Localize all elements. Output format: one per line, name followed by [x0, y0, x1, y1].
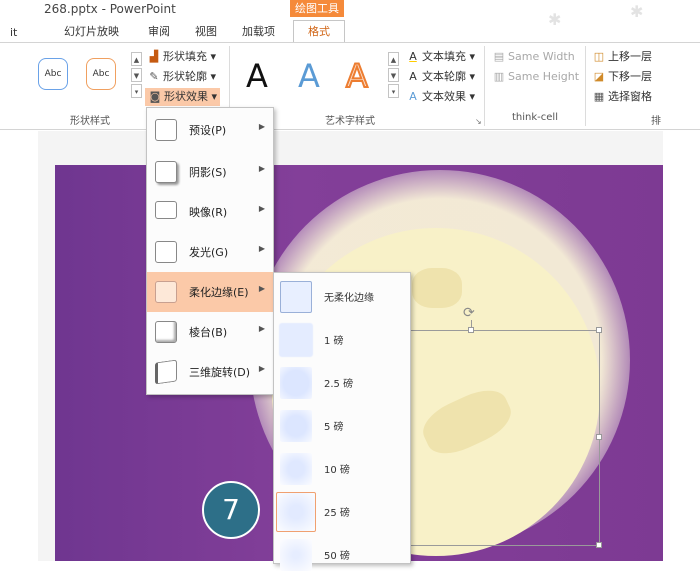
decorative-star-icon: ✱ [548, 10, 562, 29]
submenu-arrow-icon: ▶ [258, 324, 265, 333]
soft-edge-preview-icon [280, 367, 312, 399]
resize-handle[interactable] [468, 327, 474, 333]
tab-review[interactable]: 审阅 [148, 22, 170, 42]
soft-edge-preview-icon [280, 453, 312, 485]
tab-view[interactable]: 视图 [195, 22, 217, 42]
menu-item-soft-edges[interactable]: 柔化边缘(E) ▶ [147, 272, 273, 312]
art-gallery-more-icon[interactable]: ▾ [388, 84, 399, 98]
think-cell-group-label: think-cell [512, 112, 558, 123]
window-title: 268.pptx - PowerPoint [44, 2, 176, 16]
shape-style-swatch-1[interactable]: Abc [38, 58, 68, 90]
bring-forward-button[interactable]: ◫ 上移一层 [592, 48, 652, 66]
gallery-up-icon[interactable]: ▲ [131, 52, 142, 66]
art-gallery-up-icon[interactable]: ▲ [388, 52, 399, 66]
resize-handle[interactable] [596, 434, 602, 440]
soft-edge-preview-icon [280, 410, 312, 442]
ribbon-divider [585, 46, 586, 126]
text-outline-icon: A [409, 70, 417, 83]
menu-item-glow[interactable]: 发光(G) ▶ [147, 232, 273, 272]
bring-forward-icon: ◫ [593, 50, 605, 63]
submenu-arrow-icon: ▶ [258, 164, 265, 173]
rotate-handle-icon[interactable]: ⟳ [463, 305, 475, 321]
shadow-box-icon [155, 161, 177, 183]
preset-box-icon [155, 119, 177, 141]
gallery-down-icon[interactable]: ▼ [131, 68, 142, 82]
send-backward-button[interactable]: ◪ 下移一层 [592, 68, 652, 86]
selection-border [410, 545, 600, 546]
shape-fill-button[interactable]: ▟ 形状填充 ▾ [147, 48, 216, 66]
same-width-button[interactable]: ▤ Same Width [492, 48, 575, 66]
shape-effects-icon: ◙ [149, 90, 161, 103]
tab-partial[interactable]: it [10, 26, 34, 39]
pencil-icon: ✎ [149, 70, 159, 83]
menu-item-3d-rotation[interactable]: 三维旋转(D) ▶ [147, 352, 273, 392]
submenu-arrow-icon: ▶ [258, 122, 265, 131]
shape-outline-button[interactable]: ✎ 形状轮廓 ▾ [147, 68, 216, 86]
menu-item-shadow[interactable]: 阴影(S) ▶ [147, 152, 273, 192]
menu-item-bevel[interactable]: 棱台(B) ▶ [147, 312, 273, 352]
submenu-arrow-icon: ▶ [258, 284, 265, 293]
text-fill-button[interactable]: A 文本填充 ▾ [406, 48, 475, 66]
text-effects-button[interactable]: A 文本效果 ▾ [406, 88, 475, 106]
moon-crater [412, 268, 462, 308]
soft-edge-option[interactable]: 5 磅 [274, 404, 410, 447]
dialog-launcher-icon[interactable]: ↘ [475, 117, 482, 126]
tab-addins[interactable]: 加载项 [242, 22, 275, 42]
shape-effects-menu: 预设(P) ▶ 阴影(S) ▶ 映像(R) ▶ 发光(G) ▶ 柔化边缘(E) … [146, 107, 274, 395]
soft-edge-preview-icon [280, 324, 312, 356]
same-width-icon: ▤ [493, 50, 505, 63]
moon-crater [416, 381, 518, 463]
tab-slideshow[interactable]: 幻灯片放映 [64, 22, 119, 42]
text-outline-button[interactable]: A 文本轮廓 ▾ [406, 68, 475, 86]
send-backward-icon: ◪ [593, 70, 605, 83]
arrange-group-label: 排 [651, 116, 661, 127]
tab-format[interactable]: 格式 [293, 20, 345, 43]
reflection-box-icon [155, 201, 177, 219]
selection-pane-button[interactable]: ▦ 选择窗格 [592, 88, 652, 106]
wordart-style-black[interactable]: A [246, 58, 268, 94]
selection-pane-icon: ▦ [593, 90, 605, 103]
art-gallery-down-icon[interactable]: ▼ [388, 68, 399, 82]
gallery-more-icon[interactable]: ▾ [131, 84, 142, 98]
decorative-star-icon: ✱ [630, 2, 644, 21]
resize-handle[interactable] [596, 542, 602, 548]
soft-edge-box-icon [155, 281, 177, 303]
text-fill-icon: A [409, 50, 417, 63]
ribbon-divider [484, 46, 485, 126]
same-height-button[interactable]: ▥ Same Height [492, 68, 579, 86]
soft-edge-preview-icon [276, 492, 316, 532]
art-styles-group-label: 艺术字样式 [325, 116, 375, 127]
soft-edge-option[interactable]: 50 磅 [274, 533, 410, 576]
shape-style-swatch-2[interactable]: Abc [86, 58, 116, 90]
same-height-icon: ▥ [493, 70, 505, 83]
resize-handle[interactable] [596, 327, 602, 333]
soft-edge-option[interactable]: 10 磅 [274, 447, 410, 490]
glow-box-icon [155, 241, 177, 263]
submenu-arrow-icon: ▶ [258, 204, 265, 213]
wordart-style-blue[interactable]: A [298, 58, 320, 94]
text-effects-icon: A [409, 90, 417, 103]
menu-item-preset[interactable]: 预设(P) ▶ [147, 110, 273, 150]
soft-edge-preview-icon [280, 281, 312, 313]
step-number-badge: 7 [202, 481, 260, 539]
menu-item-reflection[interactable]: 映像(R) ▶ [147, 192, 273, 232]
bevel-box-icon [155, 321, 177, 343]
shape-effects-button[interactable]: ◙ 形状效果 ▾ [145, 88, 221, 106]
soft-edge-preview-icon [280, 539, 312, 571]
soft-edge-option-selected[interactable]: 25 磅 [274, 490, 410, 533]
shape-styles-group-label: 形状样式 [70, 116, 110, 127]
soft-edge-option[interactable]: 1 磅 [274, 318, 410, 361]
soft-edges-submenu: 无柔化边缘 1 磅 2.5 磅 5 磅 10 磅 25 磅 50 磅 [273, 272, 411, 571]
wordart-style-orange[interactable]: A [345, 57, 369, 95]
submenu-arrow-icon: ▶ [258, 244, 265, 253]
drawing-tools-context-label: 绘图工具 [290, 0, 344, 17]
submenu-arrow-icon: ▶ [258, 364, 265, 373]
soft-edge-option[interactable]: 2.5 磅 [274, 361, 410, 404]
soft-edge-option[interactable]: 无柔化边缘 [274, 275, 410, 318]
paint-bucket-icon: ▟ [149, 50, 159, 63]
selection-border [410, 330, 600, 331]
3d-rotation-box-icon [155, 359, 177, 385]
